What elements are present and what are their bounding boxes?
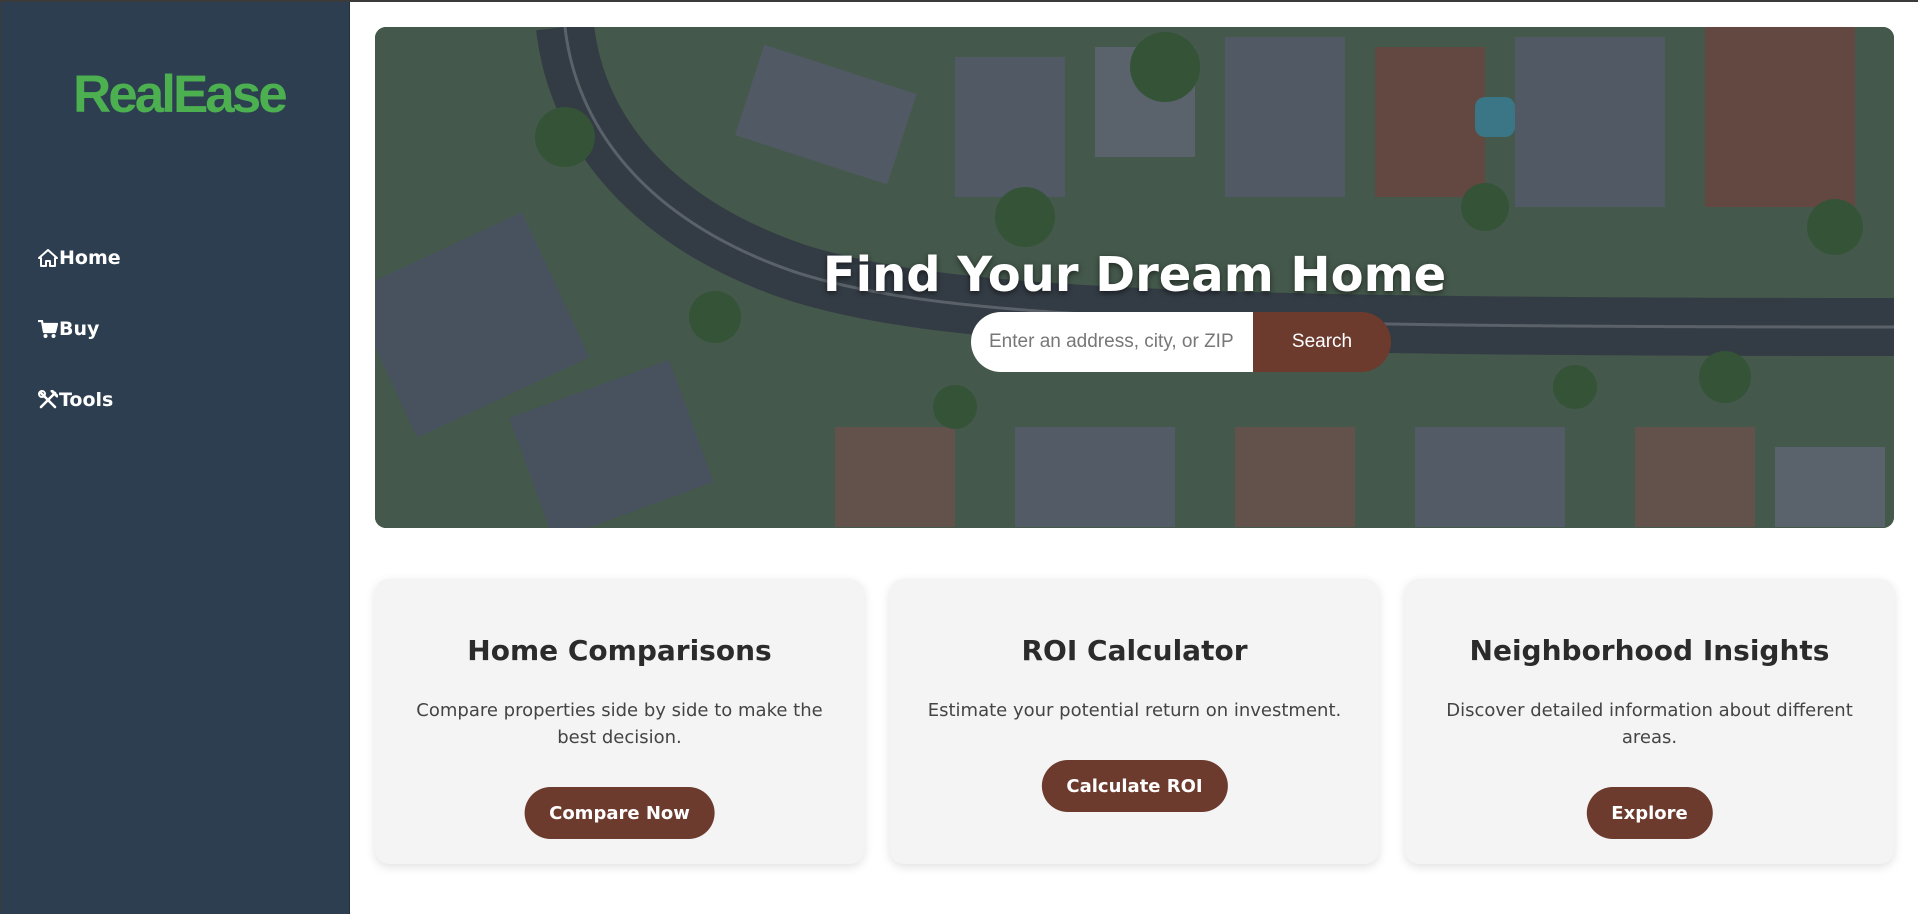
- calculate-roi-button[interactable]: Calculate ROI: [1041, 760, 1228, 812]
- sidebar-item-tools[interactable]: Tools: [37, 389, 121, 460]
- card-home-comparisons: Home Comparisons Compare properties side…: [375, 579, 864, 864]
- card-roi-calculator: ROI Calculator Estimate your potential r…: [890, 579, 1379, 864]
- sidebar-item-label: Tools: [59, 389, 114, 411]
- sidebar-item-label: Buy: [59, 318, 100, 340]
- compare-now-button[interactable]: Compare Now: [524, 787, 715, 839]
- sidebar-item-label: Home: [59, 247, 121, 269]
- card-title: ROI Calculator: [1021, 634, 1248, 667]
- home-icon: [37, 247, 59, 269]
- explore-button[interactable]: Explore: [1586, 787, 1713, 839]
- app-window: RealEase Home Buy Tools Find Your Dream …: [0, 0, 1918, 914]
- search-button[interactable]: Search: [1253, 312, 1391, 372]
- logo[interactable]: RealEase: [73, 68, 288, 121]
- sidebar-item-buy[interactable]: Buy: [37, 318, 121, 389]
- tools-icon: [37, 389, 59, 411]
- hero-title: Find Your Dream Home: [822, 247, 1447, 303]
- card-title: Home Comparisons: [467, 634, 772, 667]
- sidebar: RealEase Home Buy Tools: [1, 2, 350, 914]
- card-description: Compare properties side by side to make …: [416, 700, 823, 748]
- search-input[interactable]: [971, 312, 1253, 372]
- main-content: Find Your Dream Home Search Home Compari…: [350, 2, 1918, 914]
- card-neighborhood-insights: Neighborhood Insights Discover detailed …: [1405, 579, 1894, 864]
- cart-icon: [37, 318, 59, 340]
- hero-banner: Find Your Dream Home Search: [375, 27, 1894, 528]
- card-description: Estimate your potential return on invest…: [927, 700, 1342, 721]
- sidebar-item-home[interactable]: Home: [37, 247, 121, 318]
- search-bar: Search: [971, 312, 1399, 372]
- sidebar-nav: Home Buy Tools: [37, 247, 121, 460]
- card-description: Discover detailed information about diff…: [1446, 700, 1853, 748]
- card-title: Neighborhood Insights: [1469, 634, 1830, 667]
